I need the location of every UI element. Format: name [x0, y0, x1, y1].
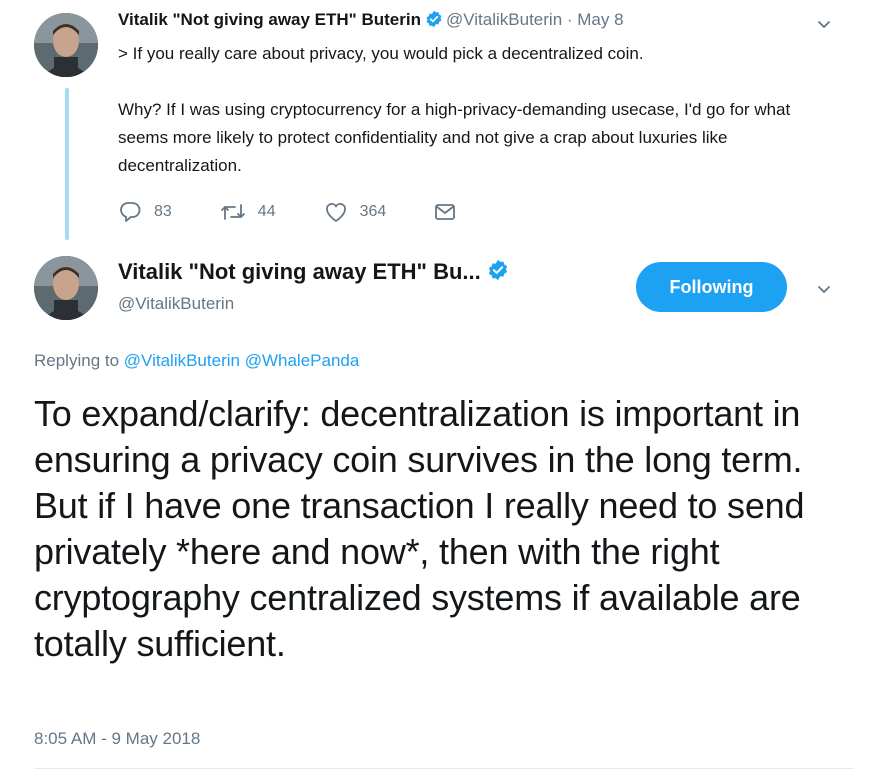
thread-connector-line [65, 88, 69, 240]
main-tweet-author: Vitalik "Not giving away ETH" Bu... [118, 258, 512, 288]
reply-button[interactable]: 83 [118, 201, 172, 223]
main-display-name[interactable]: Vitalik "Not giving away ETH" Bu... [118, 259, 481, 284]
replying-to-link[interactable]: @WhalePanda [245, 351, 360, 370]
replying-to-line: Replying to @VitalikButerin @WhalePanda [34, 351, 359, 371]
main-handle[interactable]: @VitalikButerin [118, 294, 234, 314]
parent-display-name[interactable]: Vitalik "Not giving away ETH" Buterin [118, 10, 421, 29]
tweet-thread: Vitalik "Not giving away ETH" Buterin @Vi… [0, 0, 884, 775]
main-tweet-text: To expand/clarify: decentralization is i… [34, 393, 805, 664]
chevron-down-icon[interactable] [816, 16, 832, 32]
retweet-icon [220, 202, 246, 222]
like-count: 364 [359, 203, 387, 220]
retweet-count: 44 [257, 203, 276, 220]
tweet-timestamp[interactable]: 8:05 AM - 9 May 2018 [34, 729, 200, 749]
parent-date[interactable]: · May 8 [567, 10, 624, 29]
verified-badge-icon [425, 10, 443, 34]
chevron-down-icon[interactable] [816, 281, 832, 297]
verified-badge-icon [487, 259, 509, 288]
parent-body-text: Why? If I was using cryptocurrency for a… [118, 100, 791, 175]
parent-tweet-actions: 83 44 364 [118, 198, 504, 226]
main-avatar[interactable] [34, 256, 98, 320]
parent-avatar[interactable] [34, 13, 98, 77]
like-button[interactable]: 364 [324, 201, 387, 223]
parent-handle[interactable]: @VitalikButerin [446, 10, 562, 29]
parent-quote-line: > If you really care about privacy, you … [118, 44, 644, 63]
parent-tweet-header: Vitalik "Not giving away ETH" Buterin @Vi… [118, 9, 624, 34]
envelope-icon [434, 203, 456, 221]
reply-count: 83 [154, 203, 172, 220]
replying-to-link[interactable]: @VitalikButerin [124, 351, 240, 370]
reply-icon [118, 201, 142, 223]
following-button[interactable]: Following [636, 262, 787, 312]
heart-icon [324, 201, 348, 223]
divider [34, 768, 854, 769]
direct-message-button[interactable] [434, 203, 456, 221]
replying-prefix: Replying to [34, 351, 120, 370]
retweet-button[interactable]: 44 [220, 202, 276, 222]
parent-tweet-text: > If you really care about privacy, you … [118, 40, 838, 180]
